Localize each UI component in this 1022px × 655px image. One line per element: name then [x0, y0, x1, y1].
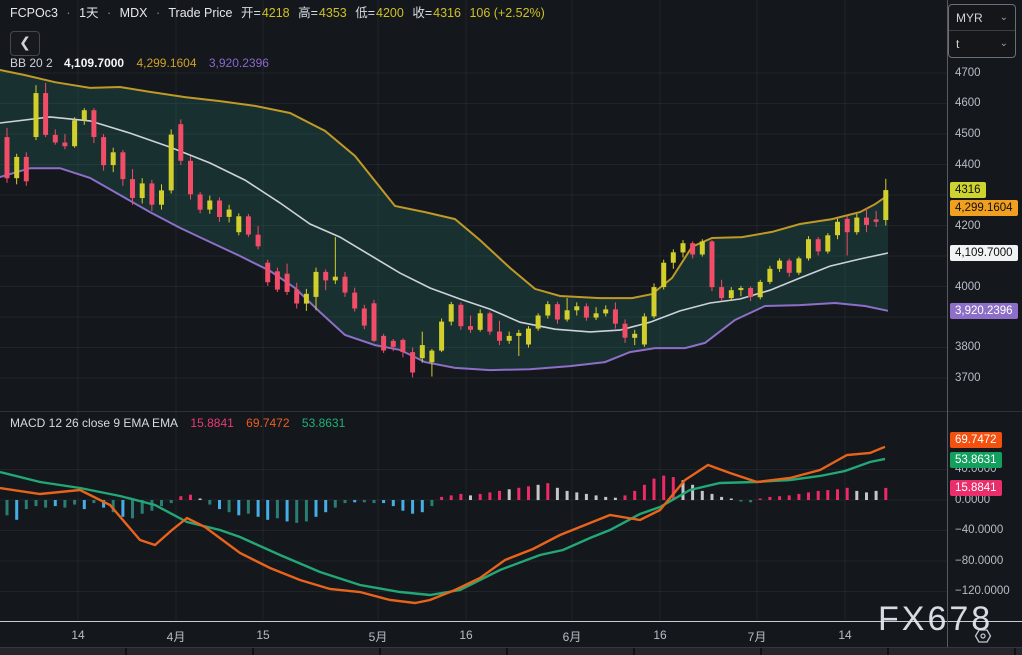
price-badge: 4,299.1604: [950, 200, 1018, 216]
chevron-left-icon: ❮: [19, 34, 31, 50]
macd-signal-value: 53.8631: [302, 416, 345, 430]
unit-label: t: [956, 37, 959, 51]
currency-label: MYR: [956, 11, 983, 25]
macd-indicator-legend[interactable]: MACD 12 26 close 9 EMA EMA 15.8841 69.74…: [10, 416, 345, 430]
currency-dropdown[interactable]: MYR ⌄: [949, 5, 1015, 31]
price-tick-label: 3800: [955, 341, 981, 353]
macd-label: MACD 12 26 close 9 EMA EMA: [10, 416, 178, 430]
separator-dot: ·: [66, 6, 70, 20]
price-badge: 4316: [950, 182, 986, 198]
trading-chart-app: FCPOc3 · 1天 · MDX · Trade Price 开=4218 高…: [0, 0, 1022, 655]
price-scale-menu: MYR ⌄ t ⌄: [948, 4, 1016, 58]
price-badge: 4,109.7000: [950, 245, 1018, 261]
macd-hist-value: 15.8841: [190, 416, 233, 430]
macd-tick-label: −120.0000: [955, 585, 1010, 597]
unit-dropdown[interactable]: t ⌄: [949, 31, 1015, 56]
pane-separator[interactable]: [0, 411, 1022, 412]
close-label: 收=: [412, 6, 432, 20]
bottom-scroll-strip[interactable]: [0, 647, 1022, 655]
macd-badge: 15.8841: [950, 480, 1002, 496]
separator-dot: ·: [156, 6, 160, 20]
macd-tick-label: −40.0000: [955, 524, 1003, 536]
price-tick-label: 4600: [955, 97, 981, 109]
symbol-name[interactable]: FCPOc3: [10, 6, 58, 20]
bollinger-indicator-legend[interactable]: BB 20 2 4,109.7000 4,299.1604 3,920.2396: [10, 56, 269, 70]
high-value: 4353: [319, 6, 347, 20]
macd-badge: 53.8631: [950, 452, 1002, 468]
price-tick-label: 4500: [955, 128, 981, 140]
symbol-info-bar: FCPOc3 · 1天 · MDX · Trade Price 开=4218 高…: [10, 5, 550, 22]
open-value: 4218: [262, 6, 290, 20]
back-button[interactable]: ❮: [10, 31, 40, 56]
bb-label: BB 20 2: [10, 56, 53, 70]
close-value: 4316: [433, 6, 461, 20]
bb-lower-value: 3,920.2396: [209, 56, 269, 70]
price-tick-label: 4000: [955, 281, 981, 293]
price-tick-label: 4700: [955, 67, 981, 79]
macd-line-value: 69.7472: [246, 416, 289, 430]
price-tick-label: 4200: [955, 220, 981, 232]
change-value: 106 (+2.52%): [469, 6, 544, 20]
price-type-label: Trade Price: [168, 6, 232, 20]
price-tick-label: 3700: [955, 372, 981, 384]
exchange-name: MDX: [120, 6, 148, 20]
time-axis-line: [0, 621, 1022, 622]
interval-value[interactable]: 1天: [79, 6, 98, 20]
low-label: 低=: [355, 6, 375, 20]
macd-badge: 69.7472: [950, 432, 1002, 448]
separator-dot: ·: [107, 6, 111, 20]
chevron-down-icon: ⌄: [1000, 12, 1008, 23]
open-label: 开=: [241, 6, 261, 20]
price-tick-label: 4400: [955, 159, 981, 171]
low-value: 4200: [376, 6, 404, 20]
price-badge: 3,920.2396: [950, 303, 1018, 319]
high-label: 高=: [298, 6, 318, 20]
price-axis[interactable]: 4700460045004400420040003800370040.00000…: [947, 0, 1022, 648]
bb-middle-value: 4,109.7000: [64, 56, 124, 70]
chart-canvas[interactable]: [0, 0, 1022, 655]
chevron-down-icon: ⌄: [1000, 38, 1008, 49]
bb-upper-value: 4,299.1604: [136, 56, 196, 70]
macd-tick-label: −80.0000: [955, 555, 1003, 567]
